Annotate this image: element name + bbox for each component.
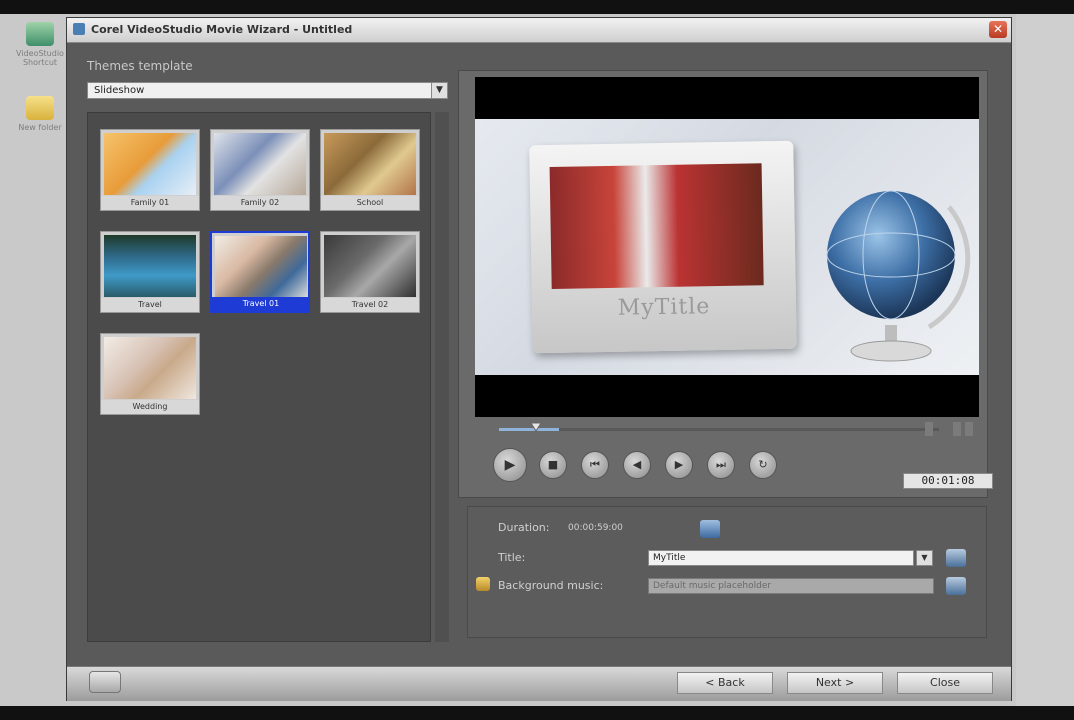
template-preview-image — [104, 337, 196, 399]
template-preview-image — [104, 235, 196, 297]
playback-controls: ▶ ■ ⏮ ◀ ▶ ⏭ ↻ 00:01:08 — [475, 448, 993, 489]
template-thumb-travel-01[interactable]: Travel 01 — [210, 231, 310, 313]
duration-label: Duration: — [498, 521, 550, 534]
template-label: Family 01 — [101, 196, 199, 210]
template-thumb-family-01[interactable]: Family 01 — [100, 129, 200, 211]
next-button[interactable]: Next > — [787, 672, 883, 694]
bottom-letterbox — [0, 706, 1074, 720]
chevron-down-icon[interactable]: ▼ — [431, 82, 448, 99]
template-preview-image — [324, 235, 416, 297]
template-thumb-school[interactable]: School — [320, 129, 420, 211]
desktop-folder[interactable]: New folder — [12, 96, 68, 132]
template-label: School — [321, 196, 419, 210]
template-label: Travel 01 — [212, 297, 310, 311]
music-field[interactable]: Default music placeholder — [648, 578, 934, 594]
desktop-folder-label: New folder — [18, 123, 62, 132]
template-preview-image — [104, 133, 196, 195]
templates-heading: Themes template — [87, 59, 193, 73]
template-thumb-wedding[interactable]: Wedding — [100, 333, 200, 415]
template-label: Travel 02 — [321, 298, 419, 312]
wizard-footer: < Back Next > Close — [67, 666, 1011, 701]
title-bar[interactable]: Corel VideoStudio Movie Wizard - Untitle… — [67, 18, 1011, 43]
preview-panel: MyTitle ▶ ■ ⏮ ◀ ▶ ⏭ ↻ 00:01:08 — [458, 70, 993, 498]
music-note-icon — [476, 577, 490, 591]
stop-button[interactable]: ■ — [539, 451, 567, 479]
window-title: Corel VideoStudio Movie Wizard - Untitle… — [91, 23, 353, 36]
preview-frame-image: MyTitle — [475, 119, 979, 375]
preview-screen: MyTitle — [475, 77, 979, 417]
photo-frame: MyTitle — [529, 140, 797, 354]
preview-caption: MyTitle — [617, 294, 711, 321]
desktop-shortcut-label: VideoStudio Shortcut — [16, 49, 64, 67]
settings-panel: Duration: 00:00:59:00 Title: MyTitle ▼ B… — [467, 506, 987, 638]
chevron-down-icon[interactable]: ▼ — [916, 550, 933, 566]
top-letterbox — [0, 0, 1074, 14]
back-button[interactable]: < Back — [677, 672, 773, 694]
scrubber-track — [499, 422, 973, 436]
template-category-select[interactable]: Slideshow — [87, 82, 445, 99]
app-icon — [73, 23, 85, 35]
folder-icon — [26, 96, 54, 120]
template-gallery: Family 01 Family 02 School Travel Travel… — [87, 112, 431, 642]
previous-frame-button[interactable]: ◀ — [623, 451, 651, 479]
help-icon[interactable] — [89, 671, 121, 693]
template-thumb-travel[interactable]: Travel — [100, 231, 200, 313]
repeat-button[interactable]: ↻ — [749, 451, 777, 479]
title-select[interactable]: MyTitle — [648, 550, 914, 566]
close-button[interactable]: Close — [897, 672, 993, 694]
desktop-scrollbar — [1016, 14, 1074, 706]
globe-icon — [809, 177, 979, 367]
title-edit-icon[interactable] — [946, 549, 966, 567]
gallery-scrollbar[interactable] — [435, 112, 449, 642]
title-label: Title: — [498, 551, 526, 564]
movie-wizard-window: Corel VideoStudio Movie Wizard - Untitle… — [66, 17, 1012, 701]
duration-edit-icon[interactable] — [700, 520, 720, 538]
template-preview-image — [324, 133, 416, 195]
timecode-display[interactable]: 00:01:08 — [903, 473, 993, 489]
next-frame-button[interactable]: ▶ — [665, 451, 693, 479]
app-shortcut-icon — [26, 22, 54, 46]
end-button[interactable]: ⏭ — [707, 451, 735, 479]
template-label: Family 02 — [211, 196, 309, 210]
music-edit-icon[interactable] — [946, 577, 966, 595]
timeline-scrubber[interactable] — [475, 419, 979, 441]
template-preview-image — [214, 133, 306, 195]
duration-value: 00:00:59:00 — [568, 523, 623, 533]
play-button[interactable]: ▶ — [493, 448, 527, 482]
music-label: Background music: — [498, 579, 604, 592]
template-preview-image — [215, 236, 307, 298]
template-thumb-family-02[interactable]: Family 02 — [210, 129, 310, 211]
home-button[interactable]: ⏮ — [581, 451, 609, 479]
template-label: Travel — [101, 298, 199, 312]
template-label: Wedding — [101, 400, 199, 414]
frame-photo — [549, 163, 764, 289]
desktop-shortcut[interactable]: VideoStudio Shortcut — [12, 22, 68, 67]
close-window-button[interactable]: ✕ — [989, 21, 1007, 38]
template-thumb-travel-02[interactable]: Travel 02 — [320, 231, 420, 313]
